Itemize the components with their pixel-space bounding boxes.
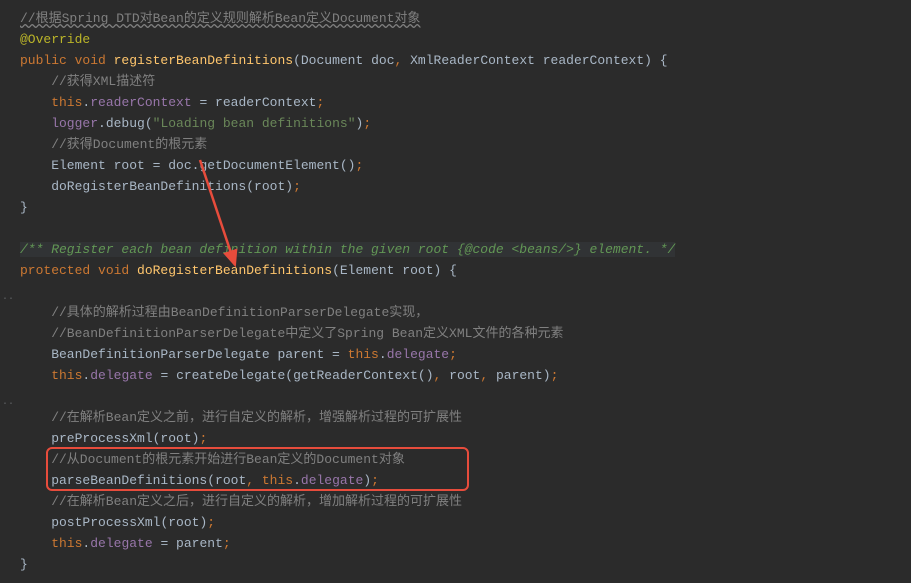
code-line[interactable] bbox=[20, 386, 911, 407]
code-line[interactable]: public void registerBeanDefinitions(Docu… bbox=[20, 50, 911, 71]
code-line[interactable]: } bbox=[20, 197, 911, 218]
javadoc: /** Register each bean definition within… bbox=[20, 242, 675, 257]
code-line[interactable]: //从Document的根元素开始进行Bean定义的Document对象 bbox=[20, 449, 911, 470]
code-line[interactable]: this.delegate = createDelegate(getReader… bbox=[20, 365, 911, 386]
code-line[interactable]: @Override bbox=[20, 29, 911, 50]
annotation: @Override bbox=[20, 32, 90, 47]
code-line[interactable]: BeanDefinitionParserDelegate parent = th… bbox=[20, 344, 911, 365]
method-name: registerBeanDefinitions bbox=[114, 53, 293, 68]
code-line[interactable]: this.readerContext = readerContext; bbox=[20, 92, 911, 113]
code-line[interactable]: preProcessXml(root); bbox=[20, 428, 911, 449]
code-line[interactable] bbox=[20, 218, 911, 239]
code-line[interactable]: //在解析Bean定义之前，进行自定义的解析，增强解析过程的可扩展性 bbox=[20, 407, 911, 428]
code-line[interactable]: /** Register each bean definition within… bbox=[20, 239, 911, 260]
comment: //根据Spring DTD对Bean的定义规则解析Bean定义Document… bbox=[20, 11, 420, 26]
code-line[interactable]: //根据Spring DTD对Bean的定义规则解析Bean定义Document… bbox=[20, 8, 911, 29]
code-line[interactable]: protected void doRegisterBeanDefinitions… bbox=[20, 260, 911, 281]
code-editor[interactable]: .. .. //根据Spring DTD对Bean的定义规则解析Bean定义Do… bbox=[0, 0, 911, 583]
code-line[interactable]: logger.debug("Loading bean definitions")… bbox=[20, 113, 911, 134]
code-line[interactable]: //获得Document的根元素 bbox=[20, 134, 911, 155]
fold-marker[interactable]: .. bbox=[2, 287, 14, 308]
code-line[interactable]: Element root = doc.getDocumentElement(); bbox=[20, 155, 911, 176]
code-line[interactable] bbox=[20, 281, 911, 302]
code-line[interactable]: doRegisterBeanDefinitions(root); bbox=[20, 176, 911, 197]
code-line[interactable]: //BeanDefinitionParserDelegate中定义了Spring… bbox=[20, 323, 911, 344]
method-name: doRegisterBeanDefinitions bbox=[137, 263, 332, 278]
code-line[interactable]: parseBeanDefinitions(root, this.delegate… bbox=[20, 470, 911, 491]
code-line[interactable]: this.delegate = parent; bbox=[20, 533, 911, 554]
code-line[interactable]: //具体的解析过程由BeanDefinitionParserDelegate实现… bbox=[20, 302, 911, 323]
code-line[interactable]: } bbox=[20, 554, 911, 575]
fold-marker[interactable]: .. bbox=[2, 392, 14, 413]
code-line[interactable]: //获得XML描述符 bbox=[20, 71, 911, 92]
code-line[interactable]: postProcessXml(root); bbox=[20, 512, 911, 533]
code-line[interactable]: //在解析Bean定义之后，进行自定义的解析，增加解析过程的可扩展性 bbox=[20, 491, 911, 512]
